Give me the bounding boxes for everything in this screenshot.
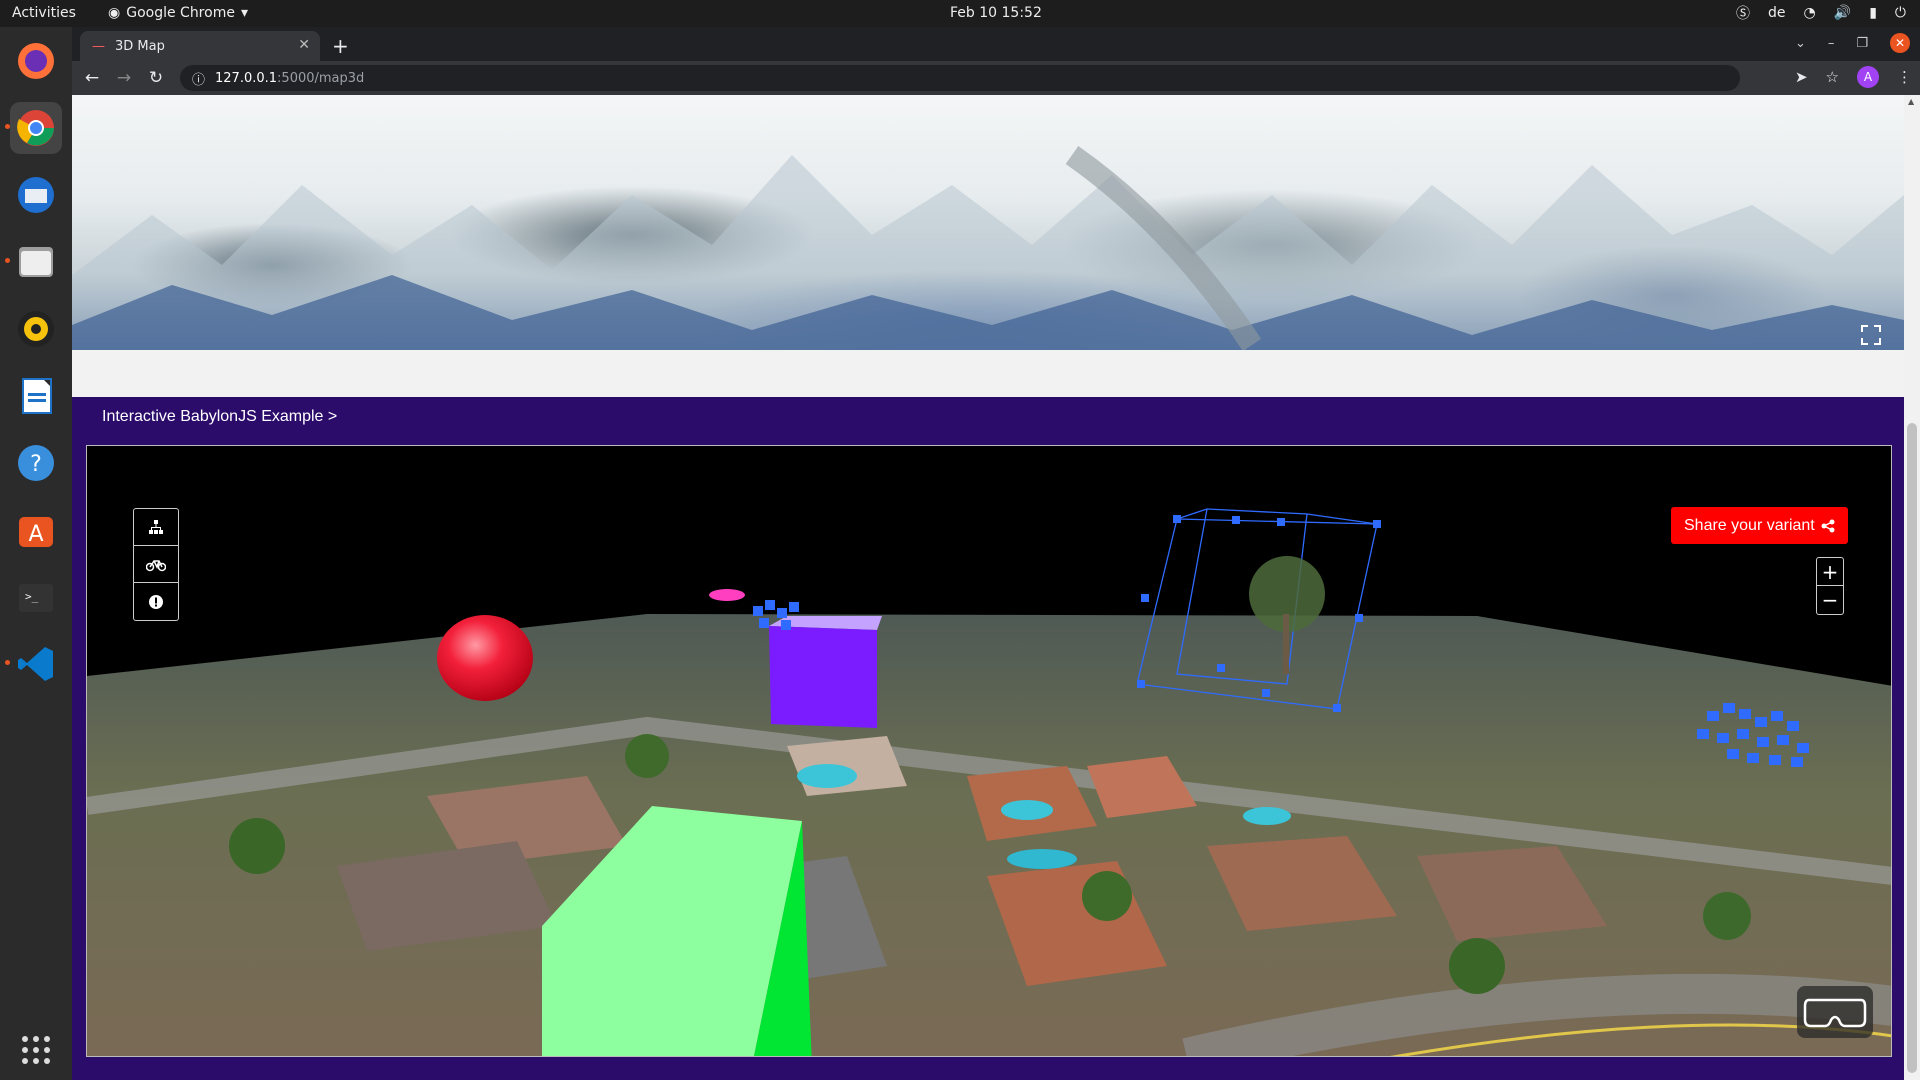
babylon-section: Interactive BabylonJS Example > Share yo… xyxy=(72,397,1904,1080)
close-window-button[interactable]: ✕ xyxy=(1890,33,1910,53)
app-name: Google Chrome xyxy=(126,5,235,21)
breadcrumb[interactable]: Interactive BabylonJS Example > xyxy=(102,408,337,426)
profile-avatar[interactable]: A xyxy=(1857,66,1879,88)
running-indicator xyxy=(5,124,10,129)
toolbar-actions: ➤ ☆ A ⋮ xyxy=(1795,66,1912,88)
expand-icon[interactable] xyxy=(1860,324,1882,346)
skype-tray-icon[interactable]: Ⓢ xyxy=(1736,3,1750,23)
volume-icon: 🔊 xyxy=(1833,5,1852,21)
maximize-button[interactable]: ❐ xyxy=(1856,36,1868,51)
show-apps-icon[interactable] xyxy=(16,1030,56,1070)
side-toolbar xyxy=(133,508,179,621)
chevron-down-icon: ▾ xyxy=(240,5,248,21)
tab-3d-map[interactable]: — 3D Map ✕ xyxy=(80,31,320,61)
babylon-canvas[interactable]: Share your variant + − xyxy=(86,445,1892,1057)
tab-strip: — 3D Map ✕ + ⌄ – ❐ ✕ xyxy=(72,27,1920,61)
blue-marker-cluster-right[interactable] xyxy=(1687,691,1827,771)
wifi-icon: ◔ xyxy=(1803,5,1816,21)
share-icon xyxy=(1821,519,1835,532)
zoom-in-button[interactable]: + xyxy=(1817,558,1843,586)
files-icon[interactable] xyxy=(5,236,62,288)
browser-toolbar: ← → ↻ ⓘ 127.0.0.1:5000/map3d ➤ ☆ A ⋮ xyxy=(72,61,1920,95)
svg-text:>_: >_ xyxy=(25,590,39,603)
chrome-window: — 3D Map ✕ + ⌄ – ❐ ✕ ← → ↻ ⓘ 127.0.0.1:5… xyxy=(72,27,1920,1080)
battery-icon: ▮ xyxy=(1869,5,1877,21)
page-viewport: Interactive BabylonJS Example > Share yo… xyxy=(72,95,1920,1080)
thunderbird-icon[interactable] xyxy=(10,169,62,221)
clock[interactable]: Feb 10 15:52 xyxy=(950,5,1042,21)
rhythmbox-icon[interactable] xyxy=(10,303,62,355)
address-bar[interactable]: ⓘ 127.0.0.1:5000/map3d xyxy=(180,65,1740,91)
vr-headset-icon[interactable] xyxy=(1797,986,1873,1038)
system-tray[interactable]: Ⓢ de ◔ 🔊 ▮ ⏻ xyxy=(1736,3,1906,23)
window-controls: ⌄ – ❐ ✕ xyxy=(1795,33,1910,53)
reload-icon[interactable]: ↻ xyxy=(140,68,172,88)
share-variant-button[interactable]: Share your variant xyxy=(1671,507,1848,544)
back-icon[interactable]: ← xyxy=(76,68,108,88)
send-icon[interactable]: ➤ xyxy=(1795,68,1808,86)
tab-close-icon[interactable]: ✕ xyxy=(298,37,310,53)
running-indicator xyxy=(5,258,10,263)
terrain-3d-view[interactable] xyxy=(72,95,1904,350)
terminal-icon[interactable]: >_ xyxy=(10,571,62,623)
svg-text:A: A xyxy=(28,522,43,547)
share-button-label: Share your variant xyxy=(1684,516,1815,534)
favicon-icon: — xyxy=(92,38,105,54)
url-path: :5000/map3d xyxy=(277,70,365,86)
activities-button[interactable]: Activities xyxy=(12,5,76,21)
bicycle-icon[interactable] xyxy=(134,546,178,583)
software-center-icon[interactable]: A xyxy=(10,504,62,556)
system-top-bar: Activities ◉ Google Chrome ▾ Feb 10 15:5… xyxy=(0,0,1920,27)
svg-text:?: ? xyxy=(30,452,42,477)
help-icon[interactable]: ? xyxy=(10,437,62,489)
chrome-small-icon: ◉ xyxy=(108,5,121,21)
tab-title: 3D Map xyxy=(115,38,165,54)
page-scrollbar[interactable]: ▲ xyxy=(1904,95,1920,1080)
dock: ? A >_ xyxy=(0,27,72,1080)
libreoffice-writer-icon[interactable] xyxy=(10,370,62,422)
zoom-out-button[interactable]: − xyxy=(1817,586,1843,614)
blue-marker-cluster[interactable] xyxy=(747,596,807,636)
green-cube[interactable] xyxy=(542,776,842,1057)
chrome-icon[interactable] xyxy=(5,102,62,154)
firefox-icon[interactable] xyxy=(10,35,62,87)
power-menu-icon[interactable]: ⏻ xyxy=(1895,5,1906,21)
vscode-icon[interactable] xyxy=(5,638,62,690)
site-info-icon[interactable]: ⓘ xyxy=(192,69,205,88)
tree-gizmo[interactable] xyxy=(1137,504,1487,714)
red-sphere[interactable] xyxy=(435,613,535,703)
aerial-map-plane xyxy=(87,614,1891,1056)
tab-search-icon[interactable]: ⌄ xyxy=(1795,36,1806,51)
bookmark-star-icon[interactable]: ☆ xyxy=(1826,68,1839,86)
scroll-up-icon[interactable]: ▲ xyxy=(1908,97,1914,106)
url-host: 127.0.0.1 xyxy=(215,70,278,86)
scrollbar-thumb[interactable] xyxy=(1907,423,1917,1073)
app-menu[interactable]: ◉ Google Chrome ▾ xyxy=(108,5,248,21)
forward-icon[interactable]: → xyxy=(108,68,140,88)
info-icon[interactable] xyxy=(134,583,178,620)
section-gap xyxy=(72,350,1904,397)
menu-kebab-icon[interactable]: ⋮ xyxy=(1897,68,1912,86)
keyboard-layout[interactable]: de xyxy=(1768,5,1786,21)
zoom-control: + − xyxy=(1816,557,1844,615)
running-indicator xyxy=(5,660,10,665)
minimize-button[interactable]: – xyxy=(1828,36,1835,51)
new-tab-button[interactable]: + xyxy=(332,34,349,58)
pink-disc[interactable] xyxy=(707,587,747,603)
sitemap-icon[interactable] xyxy=(134,509,178,546)
